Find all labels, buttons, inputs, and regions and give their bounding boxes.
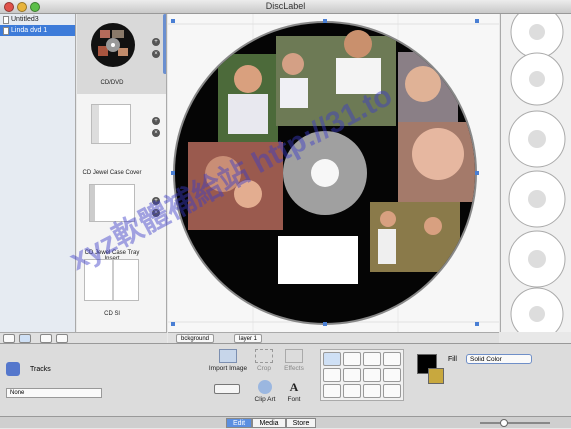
tracks-select[interactable]: None xyxy=(6,388,102,398)
crop-label: Crop xyxy=(256,365,272,372)
disc-thumbnails xyxy=(508,5,566,341)
fill-type-select[interactable]: Solid Color xyxy=(466,354,532,364)
crop-button[interactable]: Crop xyxy=(252,349,276,372)
clip-art-icon xyxy=(258,380,272,394)
layer-tab-layer1[interactable]: layer 1 xyxy=(234,334,263,343)
bottom-toolbar: Tracks None Import Image Crop Effects Cl… xyxy=(0,343,571,416)
options-popup-icon xyxy=(214,384,240,394)
tab-store[interactable]: Store xyxy=(286,418,316,428)
jewel-cover-thumbnail xyxy=(91,104,131,144)
music-icon[interactable] xyxy=(6,362,20,376)
remove-icon[interactable]: × xyxy=(152,50,160,58)
template-label: CD Jewel Case Cover xyxy=(82,170,142,176)
window-title: DiscLabel xyxy=(265,1,306,11)
remove-icon[interactable]: × xyxy=(152,129,160,137)
template-cd-dvd[interactable]: CD/DVD + × xyxy=(77,14,166,94)
cd-thumbnail-icon xyxy=(510,5,564,59)
font-button[interactable]: A Font xyxy=(284,380,304,403)
fill-label: Fill xyxy=(448,356,457,363)
rectangle-tool-icon[interactable] xyxy=(383,368,401,382)
zoom-slider[interactable] xyxy=(480,422,550,424)
lasso-tool-icon[interactable] xyxy=(343,384,361,398)
mode-bar: Edit Media Store xyxy=(0,416,571,428)
polygon-tool-icon[interactable] xyxy=(323,368,341,382)
effects-button[interactable]: Effects xyxy=(280,349,308,372)
zoom-tool-icon[interactable] xyxy=(383,384,401,398)
cd-thumbnail-icon xyxy=(91,23,135,67)
templates-panel: CD/DVD + × CD Jewel Case Cover + × CD Je… xyxy=(77,14,167,332)
import-image-label: Import Image xyxy=(208,365,248,372)
document-item-untitled3[interactable]: Untitled3 xyxy=(0,14,75,25)
trash-icon[interactable] xyxy=(40,334,52,343)
document-icon xyxy=(3,15,9,24)
crop-icon xyxy=(255,349,273,363)
add-icon[interactable]: + xyxy=(152,117,160,125)
text-box[interactable] xyxy=(278,236,358,284)
image-icon xyxy=(219,349,237,363)
left-toolbar xyxy=(0,332,167,343)
tab-media[interactable]: Media xyxy=(252,418,286,428)
text-tool-icon[interactable] xyxy=(363,352,381,366)
font-icon: A xyxy=(289,380,299,394)
document-label: Untitled3 xyxy=(11,16,39,23)
effects-icon xyxy=(285,349,303,363)
document-icon xyxy=(3,26,9,35)
tracks-label: Tracks xyxy=(30,366,51,373)
document-list: Untitled3 Linda dvd 1 xyxy=(0,14,76,332)
document-item-linda-dvd-1[interactable]: Linda dvd 1 xyxy=(0,25,75,36)
layer-bar: bckground layer 1 xyxy=(168,332,499,343)
duplicate-icon[interactable] xyxy=(19,334,31,343)
zoom-slider-knob[interactable] xyxy=(500,419,508,427)
layer-tab-background[interactable]: bckground xyxy=(176,334,215,343)
template-label: CD/DVD xyxy=(100,80,124,86)
font-label: Font xyxy=(287,396,301,403)
drawing-tools-grid xyxy=(320,349,404,401)
ellipse-tool-icon[interactable] xyxy=(383,352,401,366)
document-label: Linda dvd 1 xyxy=(11,27,48,34)
import-image-button[interactable]: Import Image xyxy=(208,349,248,372)
disc-center-hole xyxy=(311,159,339,187)
disc-thumbnails-panel xyxy=(500,5,571,341)
template-label: CD Sl xyxy=(104,311,120,317)
curve-tool-icon[interactable] xyxy=(323,384,341,398)
select-arrow-icon[interactable] xyxy=(323,352,341,366)
template-jewel-case-cover[interactable]: CD Jewel Case Cover + × xyxy=(77,99,166,179)
pen-tool-icon[interactable] xyxy=(343,368,361,382)
new-document-icon[interactable] xyxy=(3,334,15,343)
clip-art-button[interactable]: Clip Art xyxy=(250,380,280,403)
title-bar: DiscLabel xyxy=(0,0,571,14)
info-icon[interactable] xyxy=(56,334,68,343)
image-options-button[interactable] xyxy=(214,384,244,394)
clip-art-label: Clip Art xyxy=(254,396,276,403)
effects-label: Effects xyxy=(284,365,304,372)
tab-edit[interactable]: Edit xyxy=(226,418,252,428)
add-icon[interactable]: + xyxy=(152,38,160,46)
templates-scrollbar[interactable] xyxy=(163,14,166,74)
bucket-tool-icon[interactable] xyxy=(363,368,381,382)
line-tool-icon[interactable] xyxy=(343,352,361,366)
node-tool-icon[interactable] xyxy=(363,384,381,398)
stroke-color-swatch[interactable] xyxy=(428,368,444,384)
